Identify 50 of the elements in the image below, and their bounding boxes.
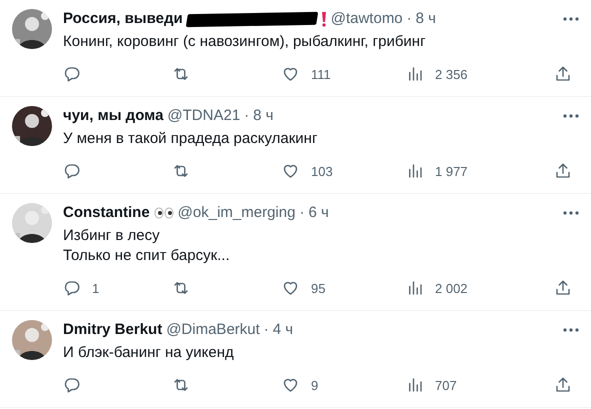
user-name[interactable]: Россия, выведи [63, 9, 183, 29]
more-icon[interactable] [563, 114, 579, 118]
user-handle[interactable]: @ok_im_merging [178, 203, 296, 223]
user-handle[interactable]: @TDNA21 [167, 106, 240, 126]
post-time[interactable]: 8 ч [416, 9, 436, 29]
user-handle[interactable]: @DimaBerkut [166, 320, 260, 340]
like-count: 111 [311, 66, 331, 82]
heart-icon[interactable] [281, 65, 300, 83]
tweet-text: Конинг, коровинг (с навозингом), рыбалкинг, грибинг [63, 32, 427, 52]
user-name[interactable]: Constantine [63, 203, 150, 223]
reply-icon[interactable] [63, 279, 81, 297]
bar-chart-icon[interactable] [406, 279, 424, 297]
separator-dot: · [264, 320, 269, 340]
tweet-text: Только не спит барсук... [63, 246, 231, 266]
separator-dot: · [406, 9, 412, 29]
separator-dot: · [244, 106, 250, 126]
heart-icon[interactable] [281, 279, 300, 297]
like-count: 95 [311, 280, 326, 296]
share-icon[interactable] [554, 162, 572, 180]
like-count: 9 [311, 378, 318, 392]
view-count: 1 977 [435, 164, 468, 178]
view-count: 707 [435, 378, 457, 392]
post-time[interactable]: 4 ч [272, 320, 294, 340]
bar-chart-icon[interactable] [406, 65, 424, 83]
reply-icon[interactable] [63, 376, 81, 394]
bar-chart-icon[interactable] [406, 376, 424, 394]
view-count: 2 002 [435, 280, 468, 296]
tweet-text: И блэк-банинг на уикенд [63, 343, 235, 363]
like-count: 103 [311, 164, 333, 178]
heart-icon[interactable] [281, 376, 300, 394]
reply-icon[interactable] [63, 162, 81, 180]
post-time[interactable]: 8 ч [253, 106, 274, 126]
post-time[interactable]: 6 ч [308, 203, 329, 223]
user-name[interactable]: чуи, мы дома [63, 106, 164, 126]
heart-icon[interactable] [281, 162, 300, 180]
tweet-text: Избинг в лесу [63, 226, 161, 246]
more-icon[interactable] [563, 211, 579, 215]
reply-icon[interactable] [63, 65, 81, 83]
separator-dot: · [299, 203, 304, 223]
share-icon[interactable] [554, 376, 572, 394]
reply-count: 1 [92, 280, 100, 296]
bar-chart-icon[interactable] [406, 162, 424, 180]
view-count: 2 356 [435, 66, 468, 82]
more-icon[interactable] [563, 17, 579, 21]
tweet-text: У меня в такой прадеда раскулакинг [63, 129, 318, 149]
more-icon[interactable] [563, 328, 579, 332]
share-icon[interactable] [554, 65, 572, 83]
user-handle[interactable]: @tawtomo [330, 9, 403, 29]
share-icon[interactable] [554, 279, 572, 297]
user-name[interactable]: Dmitry Berkut [63, 320, 162, 340]
